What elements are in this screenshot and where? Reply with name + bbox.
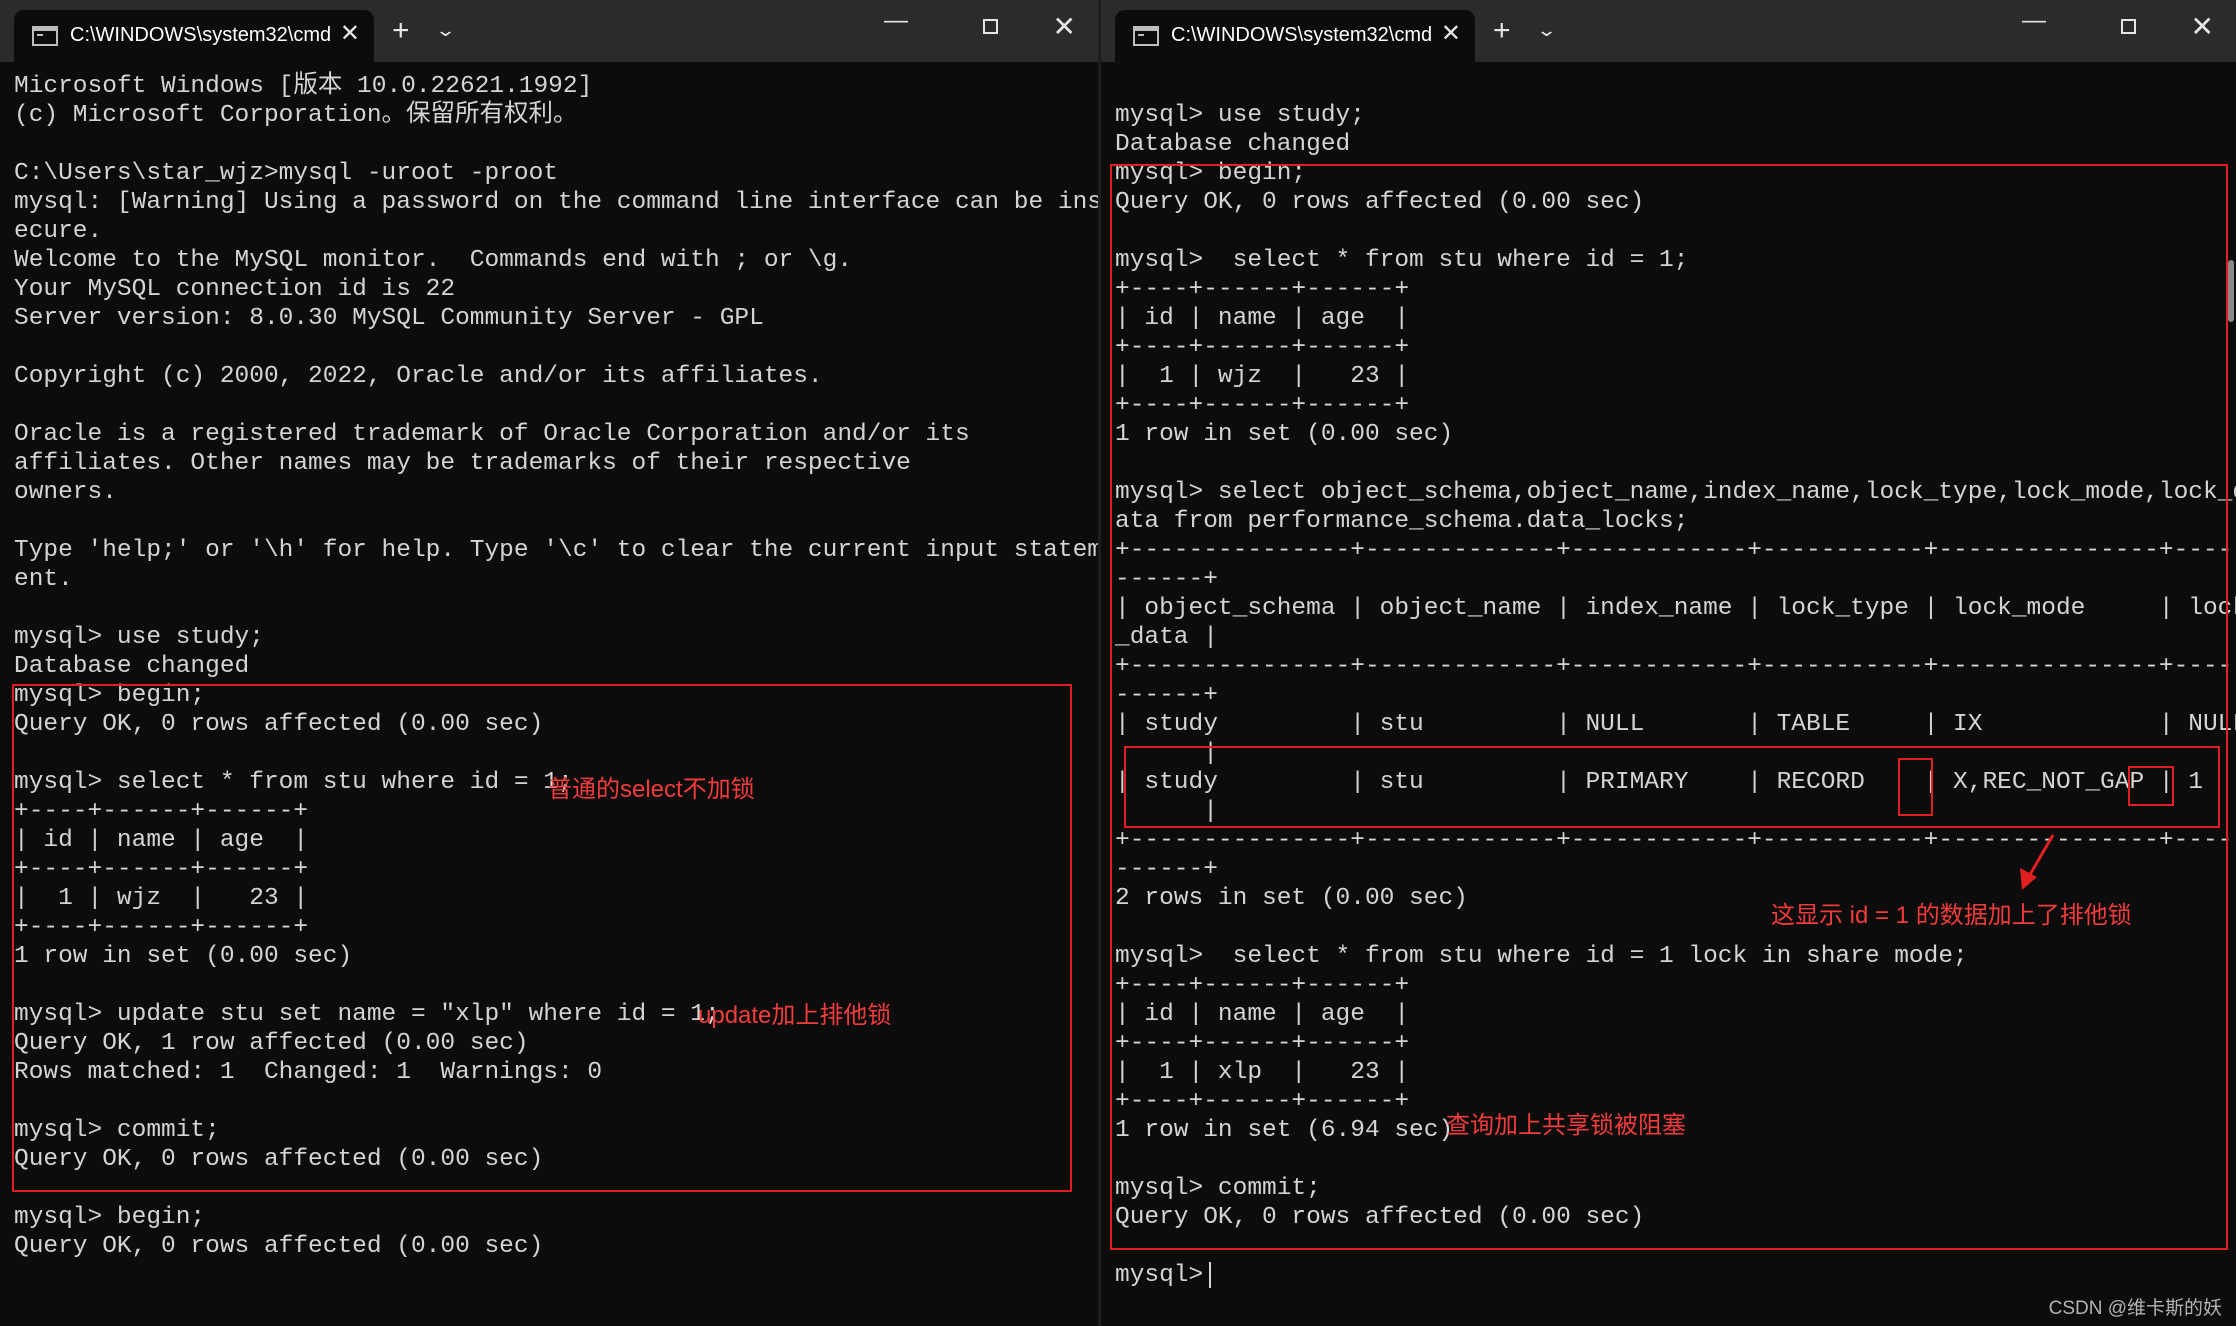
annotation-exclusive-lock: 这显示 id = 1 的数据加上了排他锁 bbox=[1771, 902, 2132, 929]
annotation-update-exclusive-lock: update加上排他锁 bbox=[698, 1002, 892, 1029]
terminal-line: mysql: [Warning] Using a password on the… bbox=[14, 189, 1098, 216]
terminal-tab[interactable]: C:\WINDOWS\system32\cmd. ✕ bbox=[14, 10, 374, 62]
terminal-line: Welcome to the MySQL monitor. Commands e… bbox=[14, 247, 853, 274]
tab-close-icon[interactable]: ✕ bbox=[340, 21, 360, 47]
tab-title: C:\WINDOWS\system32\cmd. bbox=[70, 24, 332, 46]
terminal-line: Microsoft Windows [版本 10.0.22621.1992] bbox=[14, 73, 593, 100]
minimize-button[interactable]: — bbox=[884, 6, 908, 36]
terminal-line: Server version: 8.0.30 MySQL Community S… bbox=[14, 305, 764, 332]
terminal-line: affiliates. Other names may be trademark… bbox=[14, 450, 911, 477]
text-cursor bbox=[1209, 1262, 1211, 1288]
terminal-icon bbox=[32, 26, 58, 46]
close-window-button[interactable]: ✕ bbox=[1053, 12, 1076, 42]
watermark: CSDN @维卡斯的妖 bbox=[2048, 1298, 2222, 1319]
maximize-button[interactable] bbox=[983, 12, 998, 42]
new-tab-button[interactable]: + bbox=[392, 16, 410, 46]
terminal-line: Copyright (c) 2000, 2022, Oracle and/or … bbox=[14, 363, 823, 390]
scrollbar[interactable] bbox=[2228, 260, 2234, 322]
title-bar: C:\WINDOWS\system32\cmd. ✕ + ⌄ — ✕ bbox=[0, 0, 1098, 62]
annotation-select-no-lock: 普通的select不加锁 bbox=[548, 776, 755, 803]
terminal-line: mysql> begin; bbox=[14, 1204, 206, 1231]
terminal-line: C:\Users\star_wjz>mysql -uroot -proot bbox=[14, 160, 558, 187]
terminal-line: mysql> use study; bbox=[14, 624, 264, 651]
right-terminal-window: C:\WINDOWS\system32\cmd. ✕ + ⌄ — ✕ mysql… bbox=[1098, 0, 2236, 1326]
highlight-box bbox=[12, 684, 1072, 1192]
left-terminal-window: C:\WINDOWS\system32\cmd. ✕ + ⌄ — ✕ Micro… bbox=[0, 0, 1098, 1326]
chevron-down-icon[interactable]: ⌄ bbox=[435, 20, 456, 41]
maximize-icon bbox=[983, 19, 998, 34]
terminal-line: Type 'help;' or '\h' for help. Type '\c'… bbox=[14, 537, 1098, 564]
terminal-line: (c) Microsoft Corporation。保留所有权利。 bbox=[14, 102, 578, 129]
terminal-line: Query OK, 0 rows affected (0.00 sec) bbox=[14, 1233, 544, 1260]
terminal-line: owners. bbox=[14, 479, 117, 506]
terminal-line: Database changed bbox=[14, 653, 250, 680]
terminal-line: Oracle is a registered trademark of Orac… bbox=[14, 421, 970, 448]
annotation-shared-lock-blocked: 查询加上共享锁被阻塞 bbox=[1446, 1112, 1686, 1139]
terminal-line: ent. bbox=[14, 566, 73, 593]
terminal-line: Your MySQL connection id is 22 bbox=[14, 276, 456, 303]
terminal-line: ecure. bbox=[14, 218, 103, 245]
